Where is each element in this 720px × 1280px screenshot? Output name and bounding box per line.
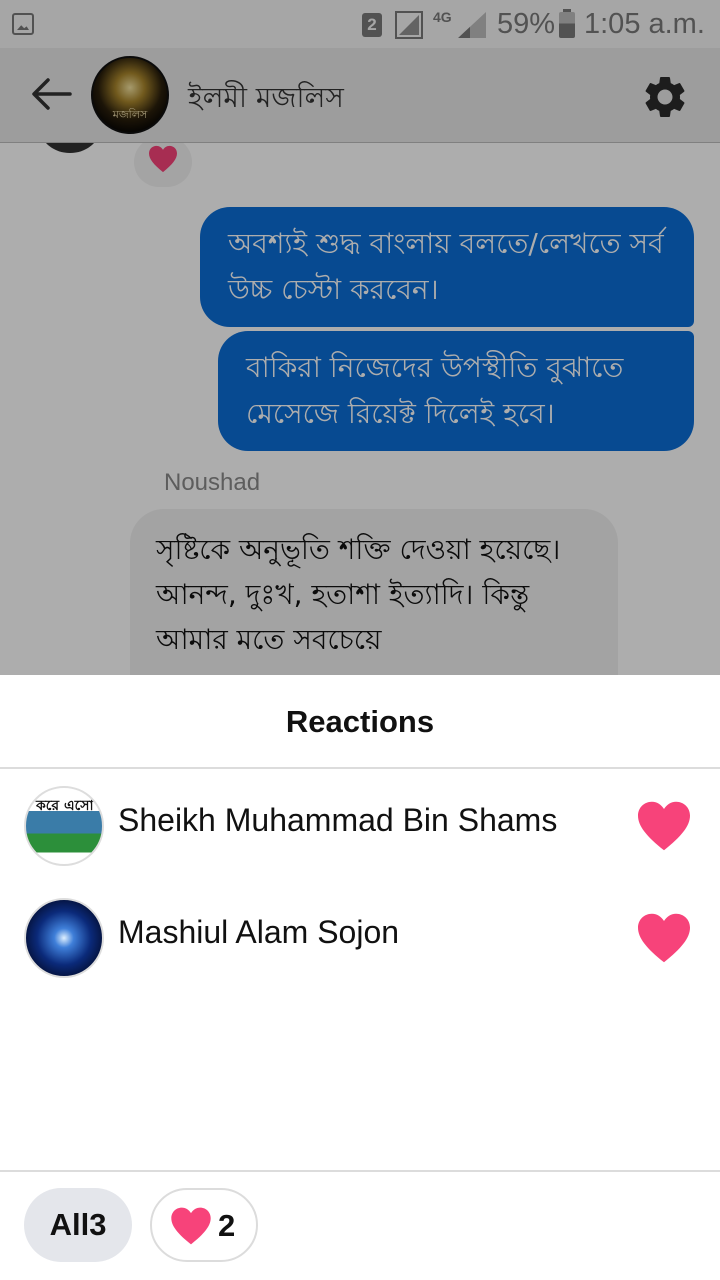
reactor-row[interactable]: করে এসো Sheikh Muhammad Bin Shams [0,770,720,882]
filter-all-label: All [49,1207,90,1242]
heart-icon [638,801,690,851]
reactor-row[interactable]: Mashiul Alam Sojon [0,882,720,994]
avatar: করে এসো [24,786,104,866]
avatar [24,898,104,978]
sheet-title: Reactions [0,675,720,769]
heart-icon [171,1207,211,1245]
filter-all-tab[interactable]: All3 [24,1188,132,1262]
filter-all-count: 3 [89,1207,107,1242]
reactor-name: Sheikh Muhammad Bin Shams [118,802,558,838]
heart-icon [638,913,690,963]
avatar-text: করে এসো [36,798,94,814]
reactor-name: Mashiul Alam Sojon [118,914,400,950]
modal-backdrop[interactable] [0,0,720,675]
divider [0,1170,720,1172]
filter-heart-tab[interactable]: 2 [150,1188,258,1262]
filter-heart-count: 2 [218,1208,236,1243]
reactions-sheet: Reactions করে এসো Sheikh Muhammad Bin Sh… [0,675,720,1280]
